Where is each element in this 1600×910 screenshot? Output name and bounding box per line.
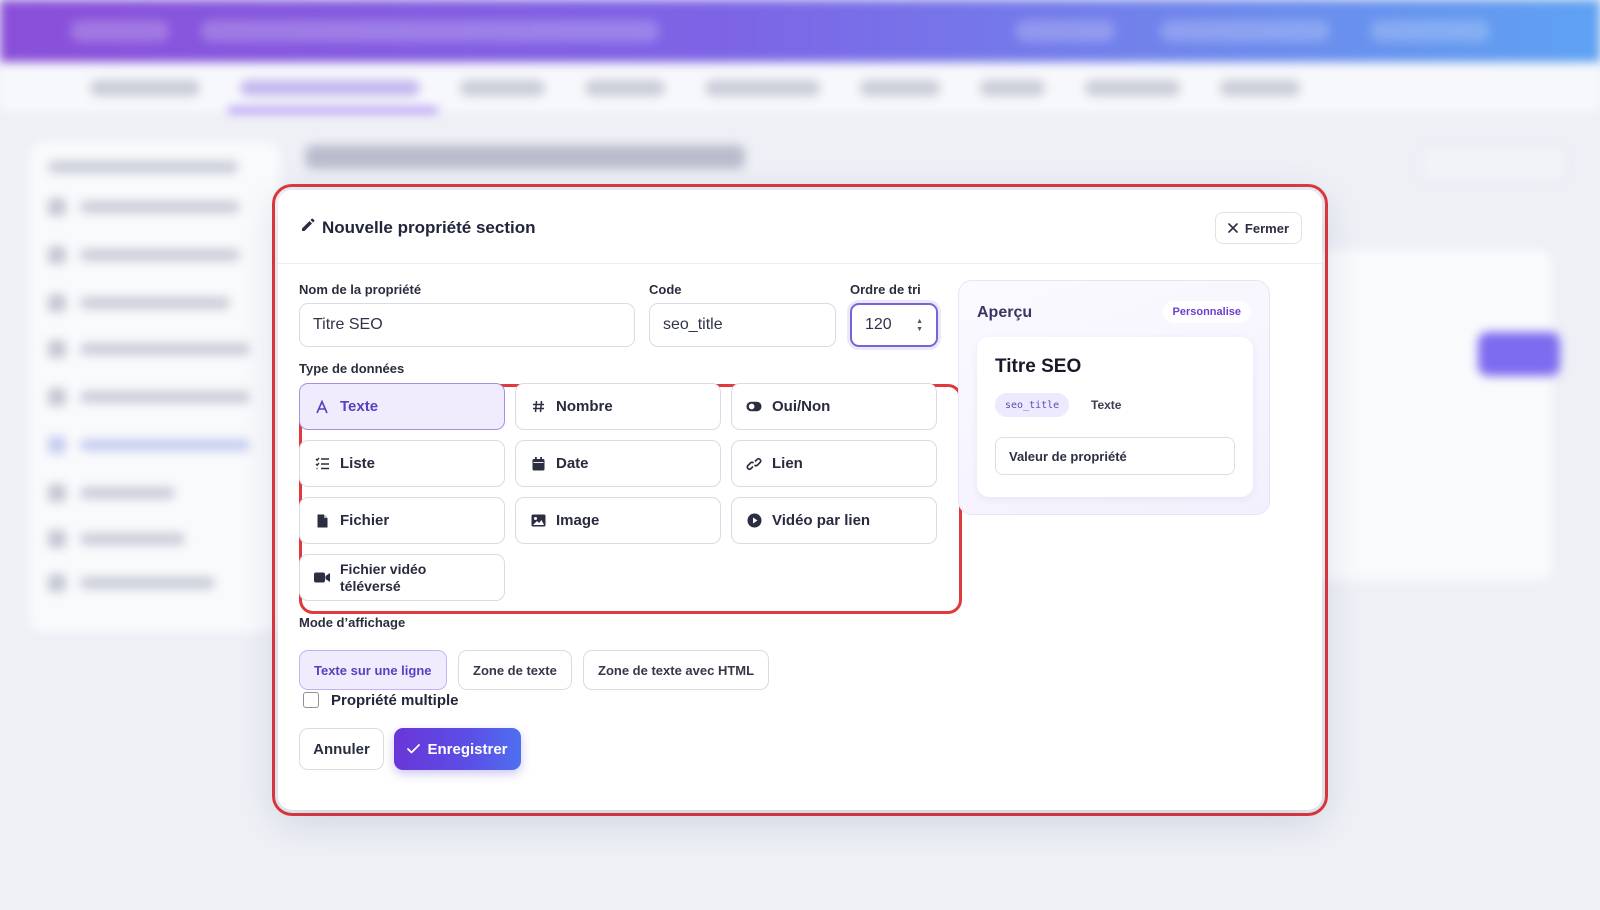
cancel-label: Annuler (313, 740, 370, 758)
search-bar (200, 20, 660, 42)
preview-panel: Aperçu Personnalise Titre SEO seo_title … (958, 280, 1270, 515)
cancel-button[interactable]: Annuler (299, 728, 384, 770)
preview-badge: Personnalise (1162, 301, 1251, 323)
nav-item (1220, 80, 1300, 96)
type-button-fichier-video[interactable]: Fichier vidéo téléversé (299, 554, 505, 601)
top-bar (0, 0, 1600, 62)
type-button-liste[interactable]: Liste (299, 440, 505, 487)
display-mode-text: Zone de texte (473, 662, 557, 678)
sidebar (30, 142, 280, 632)
display-mode-textarea[interactable]: Zone de texte (458, 650, 572, 690)
topbar-item (1015, 20, 1115, 42)
nav-item (705, 80, 820, 96)
nav-bar (0, 62, 1600, 114)
type-button-oui-non[interactable]: Oui/Non (731, 383, 937, 430)
type-label: Lien (772, 455, 803, 472)
preview-title: Aperçu (977, 304, 1033, 321)
background-add-button (1478, 332, 1560, 376)
hash-icon (530, 400, 546, 413)
type-label: Fichier vidéo téléversé (340, 560, 427, 594)
modal-title-text: Nouvelle propriété section (322, 217, 536, 237)
text-icon (314, 399, 330, 414)
code-label: Code (649, 282, 682, 297)
video-camera-icon (314, 572, 330, 583)
preview-code-chip: seo_title (995, 393, 1070, 417)
close-icon (1228, 221, 1238, 236)
property-name-value: Titre SEO (313, 316, 383, 333)
type-button-image[interactable]: Image (515, 497, 721, 544)
app-logo (70, 20, 170, 42)
type-label: Texte (340, 398, 379, 415)
nav-item (460, 80, 545, 96)
play-circle-icon (746, 513, 762, 528)
display-mode-label: Mode d’affichage (299, 615, 406, 630)
type-label: Vidéo par lien (772, 512, 871, 529)
nav-item (240, 80, 420, 96)
save-label: Enregistrer (427, 740, 508, 758)
type-button-texte[interactable]: Texte (299, 383, 505, 430)
modal-header: Nouvelle propriété section Fermer (278, 190, 1322, 264)
nav-item (90, 80, 200, 96)
nav-item (860, 80, 940, 96)
display-mode-textarea-html[interactable]: Zone de texte avec HTML (583, 650, 770, 690)
type-button-date[interactable]: Date (515, 440, 721, 487)
preview-card: Titre SEO seo_title Texte Valeur de prop… (977, 337, 1253, 497)
modal-title: Nouvelle propriété section (300, 217, 536, 238)
type-label: Nombre (556, 398, 613, 415)
new-property-modal: Nouvelle propriété section Fermer Nom de… (278, 190, 1322, 810)
type-button-lien[interactable]: Lien (731, 440, 937, 487)
type-label: Date (556, 455, 589, 472)
sort-order-value: 120 (865, 316, 892, 333)
type-button-video-par-lien[interactable]: Vidéo par lien (731, 497, 937, 544)
sort-order-label: Ordre de tri (850, 282, 921, 297)
sort-order-input[interactable]: 120 ▲ ▼ (850, 303, 938, 347)
list-icon (314, 457, 330, 470)
data-type-label: Type de données (299, 361, 405, 376)
type-button-nombre[interactable]: Nombre (515, 383, 721, 430)
link-icon (746, 457, 762, 471)
code-value: seo_title (663, 316, 723, 333)
name-label: Nom de la propriété (299, 282, 422, 297)
image-icon (530, 514, 546, 527)
topbar-logout (1370, 20, 1490, 42)
check-icon (407, 741, 421, 758)
close-label: Fermer (1244, 220, 1289, 236)
file-icon (314, 514, 330, 528)
property-name-input[interactable]: Titre SEO (299, 303, 635, 347)
type-label: Image (556, 512, 600, 529)
code-input[interactable]: seo_title (649, 303, 836, 347)
nav-active-indicator (228, 108, 438, 112)
preview-card-title: Titre SEO (995, 356, 1082, 377)
close-button[interactable]: Fermer (1214, 212, 1302, 244)
type-label: Liste (340, 455, 376, 472)
toggle-icon (746, 401, 762, 412)
preview-value-input[interactable]: Valeur de propriété (995, 437, 1235, 475)
background-back-button (1420, 146, 1566, 182)
multiple-label[interactable]: Propriété multiple (331, 692, 459, 709)
save-button[interactable]: Enregistrer (394, 728, 521, 770)
pencil-icon (300, 217, 316, 238)
display-mode-text: Zone de texte avec HTML (598, 662, 755, 678)
calendar-icon (530, 456, 546, 471)
type-button-fichier[interactable]: Fichier (299, 497, 505, 544)
stepper-icon[interactable]: ▲ ▼ (916, 318, 923, 333)
nav-item (585, 80, 665, 96)
topbar-user (1160, 20, 1330, 42)
nav-item (980, 80, 1045, 96)
display-mode-text: Texte sur une ligne (314, 662, 432, 678)
type-label: Oui/Non (772, 398, 831, 415)
type-label: Fichier (340, 512, 390, 529)
display-mode-single-line[interactable]: Texte sur une ligne (299, 650, 447, 690)
background-page-title (305, 145, 745, 169)
preview-type-chip: Texte (1091, 398, 1122, 412)
nav-item (1085, 80, 1180, 96)
preview-value-placeholder: Valeur de propriété (1009, 448, 1127, 464)
multiple-checkbox[interactable] (303, 692, 319, 708)
